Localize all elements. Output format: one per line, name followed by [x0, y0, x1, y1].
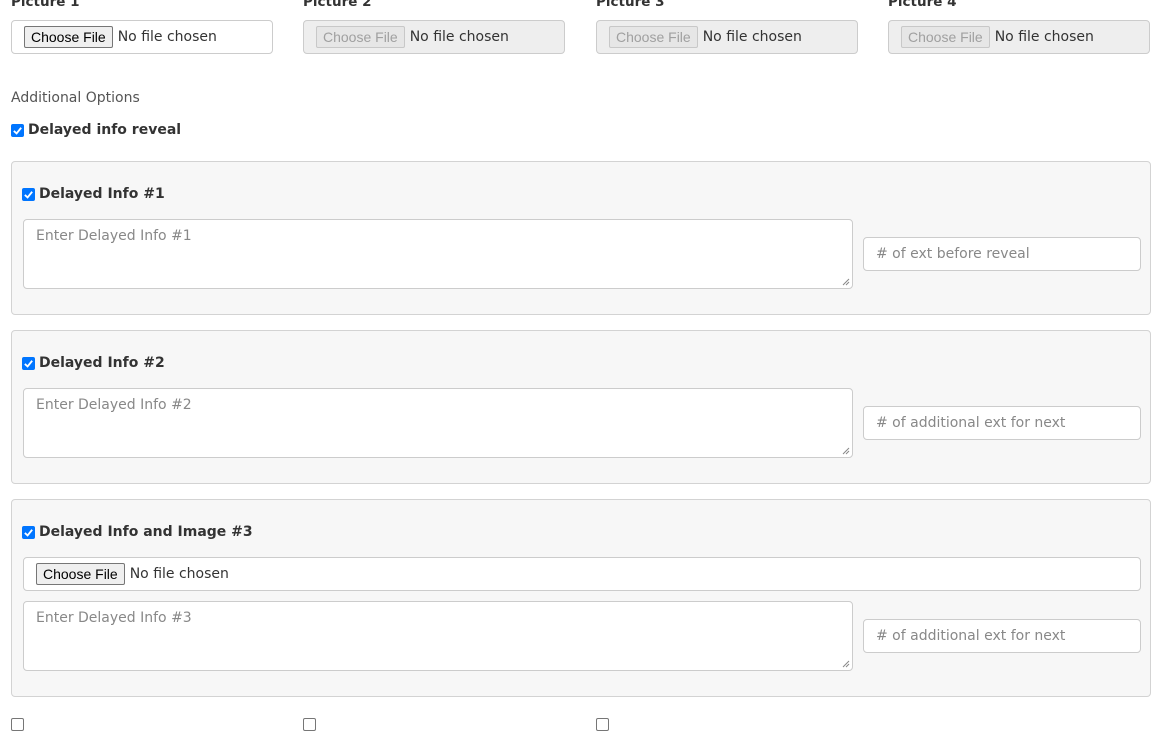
check-icon — [13, 126, 22, 135]
file-status: No file chosen — [117, 29, 217, 45]
bottom-checkbox-3[interactable] — [596, 718, 609, 731]
file-status: No file chosen — [702, 29, 802, 45]
delayed-info-1-option[interactable]: Delayed Info #1 — [22, 186, 165, 202]
delayed-info-3-checkbox[interactable] — [22, 525, 35, 539]
picture-1-file-input[interactable]: Choose File No file chosen — [11, 20, 273, 54]
file-status: No file chosen — [129, 566, 229, 582]
resize-grip-icon[interactable] — [842, 278, 850, 286]
delayed-info-3-label: Delayed Info and Image #3 — [39, 524, 253, 540]
textarea-placeholder: Enter Delayed Info #1 — [36, 228, 192, 244]
delayed-info-3-textarea[interactable]: Enter Delayed Info #3 — [23, 601, 853, 671]
check-icon — [24, 528, 33, 537]
delayed-info-2-panel: Delayed Info #2 Enter Delayed Info #2 # … — [11, 330, 1151, 484]
input-placeholder: # of additional ext for next — [876, 415, 1066, 431]
check-icon — [24, 190, 33, 199]
picture-3-label: Picture 3 — [596, 0, 665, 10]
input-placeholder: # of ext before reveal — [876, 246, 1030, 262]
choose-file-button[interactable]: Choose File — [36, 563, 125, 585]
file-status: No file chosen — [994, 29, 1094, 45]
delayed-info-3-ext-count-input[interactable]: # of additional ext for next — [863, 619, 1141, 653]
choose-file-button[interactable]: Choose File — [24, 26, 113, 48]
delayed-info-3-option[interactable]: Delayed Info and Image #3 — [22, 524, 253, 540]
resize-grip-icon[interactable] — [842, 447, 850, 455]
choose-file-button: Choose File — [609, 26, 698, 48]
delayed-info-1-textarea[interactable]: Enter Delayed Info #1 — [23, 219, 853, 289]
delayed-info-1-checkbox[interactable] — [22, 187, 35, 201]
delayed-info-2-label: Delayed Info #2 — [39, 355, 165, 371]
choose-file-button: Choose File — [901, 26, 990, 48]
textarea-placeholder: Enter Delayed Info #3 — [36, 610, 192, 626]
delayed-info-1-panel: Delayed Info #1 Enter Delayed Info #1 # … — [11, 161, 1151, 315]
delayed-info-1-label: Delayed Info #1 — [39, 186, 165, 202]
picture-3-file-input: Choose File No file chosen — [596, 20, 858, 54]
bottom-checkbox-2[interactable] — [303, 718, 316, 731]
delayed-info-reveal-option[interactable]: Delayed info reveal — [11, 122, 181, 138]
picture-4-label: Picture 4 — [888, 0, 957, 10]
picture-4-file-input: Choose File No file chosen — [888, 20, 1150, 54]
delayed-info-1-ext-count-input[interactable]: # of ext before reveal — [863, 237, 1141, 271]
picture-2-file-input: Choose File No file chosen — [303, 20, 565, 54]
delayed-info-reveal-checkbox[interactable] — [11, 123, 24, 137]
delayed-info-reveal-label: Delayed info reveal — [28, 122, 182, 138]
delayed-info-2-textarea[interactable]: Enter Delayed Info #2 — [23, 388, 853, 458]
resize-grip-icon[interactable] — [842, 660, 850, 668]
delayed-info-3-file-input[interactable]: Choose File No file chosen — [23, 557, 1141, 591]
delayed-info-3-panel: Delayed Info and Image #3 Choose File No… — [11, 499, 1151, 697]
file-status: No file chosen — [409, 29, 509, 45]
additional-options-heading: Additional Options — [11, 90, 140, 106]
bottom-checkbox-1[interactable] — [11, 718, 24, 731]
input-placeholder: # of additional ext for next — [876, 628, 1066, 644]
picture-1-label: Picture 1 — [11, 0, 80, 10]
delayed-info-2-ext-count-input[interactable]: # of additional ext for next — [863, 406, 1141, 440]
delayed-info-2-checkbox[interactable] — [22, 356, 35, 370]
check-icon — [24, 359, 33, 368]
textarea-placeholder: Enter Delayed Info #2 — [36, 397, 192, 413]
choose-file-button: Choose File — [316, 26, 405, 48]
picture-2-label: Picture 2 — [303, 0, 372, 10]
delayed-info-2-option[interactable]: Delayed Info #2 — [22, 355, 165, 371]
